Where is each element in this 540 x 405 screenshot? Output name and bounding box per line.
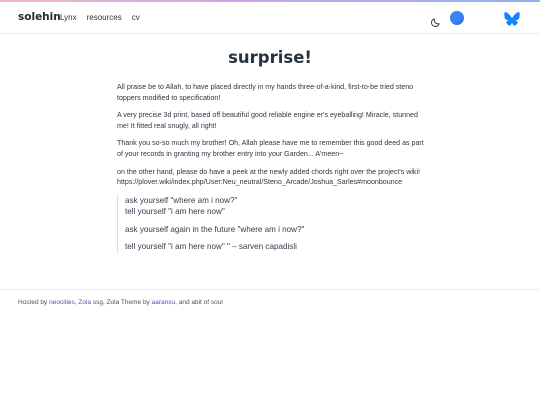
- page-title: surprise!: [228, 48, 312, 67]
- footer-link-neocities[interactable]: neocities: [49, 299, 75, 306]
- quote-line: ask yourself again in the future "where …: [125, 224, 305, 234]
- footer-link-aaranxu[interactable]: aaranxu: [152, 299, 176, 306]
- quote-line: ask yourself "where am i now?": [125, 195, 238, 205]
- nav-link-resources[interactable]: resources: [87, 13, 122, 22]
- footer-ssg-label: ssg,: [92, 299, 105, 306]
- top-navbar: solehin Lynx resources cv: [0, 2, 540, 34]
- footer-theme-label: Zola Theme by: [106, 299, 150, 306]
- paragraph-wiki: on the other hand, please do have a peek…: [117, 167, 421, 187]
- nav-link-lynx[interactable]: Lynx: [60, 13, 77, 22]
- blockquote: ask yourself "where am i now?" tell your…: [117, 194, 427, 253]
- paragraph-praise: All praise be to Allah, to have placed d…: [117, 83, 414, 102]
- footer-hosted-label: Hosted by: [18, 299, 48, 306]
- footer-suffix: , and abit of soul: [175, 299, 223, 306]
- moon-icon[interactable]: [430, 13, 441, 27]
- paragraph-thanks: Thank you so-so much my brother! Oh, All…: [117, 139, 424, 158]
- footer-separator: ,: [74, 299, 77, 306]
- avatar[interactable]: [450, 11, 464, 25]
- quote-line: tell yourself "i am here now" " – sarven…: [125, 242, 297, 252]
- footer-divider: [0, 289, 540, 290]
- article-body: All praise be to Allah, to have placed d…: [117, 82, 427, 259]
- site-footer: Hosted by neocities, Zola ssg, Zola Them…: [18, 299, 223, 306]
- footer-link-zola[interactable]: Zola: [78, 299, 91, 306]
- bluesky-butterfly-icon[interactable]: [504, 11, 520, 26]
- site-brand[interactable]: solehin: [18, 11, 61, 23]
- nav-links: Lynx resources cv: [60, 13, 140, 22]
- paragraph-print: A very precise 3d print, based off beaut…: [117, 111, 418, 130]
- nav-link-cv[interactable]: cv: [132, 13, 140, 22]
- quote-line: tell yourself "i am here now": [125, 207, 225, 217]
